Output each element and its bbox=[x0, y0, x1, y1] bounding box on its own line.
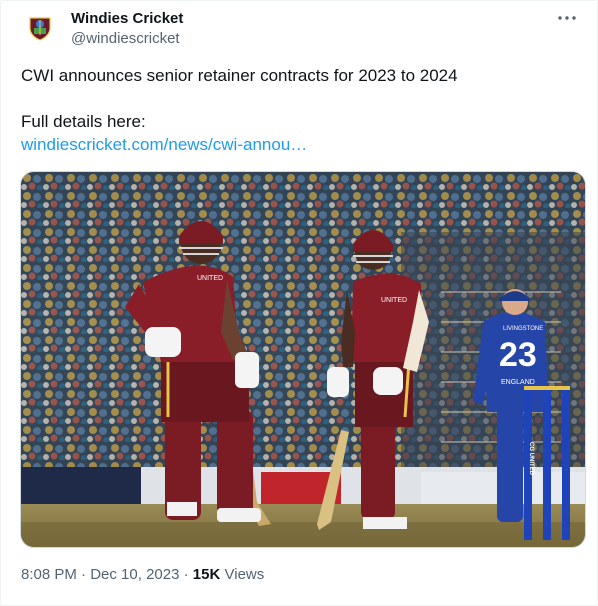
views-count: 15K bbox=[192, 566, 221, 583]
stumps: CG UNITED bbox=[524, 386, 570, 540]
opponent-shirt-text: ENGLAND bbox=[501, 379, 535, 386]
avatar[interactable] bbox=[21, 9, 59, 47]
tweet-line-1: CWI announces senior retainer contracts … bbox=[21, 66, 458, 85]
meta-separator-2: · bbox=[183, 566, 189, 583]
tweet-text: CWI announces senior retainer contracts … bbox=[21, 64, 581, 156]
tweet-meta: 8:08 PM · Dec 10, 2023 · 15K Views bbox=[21, 566, 264, 583]
windies-logo-icon bbox=[29, 17, 51, 41]
right-shirt-text: UNITED bbox=[381, 297, 407, 304]
tweet-link[interactable]: windiescricket.com/news/cwi-annou… bbox=[21, 135, 307, 154]
meta-separator: · bbox=[81, 566, 87, 583]
opponent-number-text: 23 bbox=[499, 336, 537, 374]
tweet-date[interactable]: Dec 10, 2023 bbox=[90, 566, 179, 583]
tweet-time[interactable]: 8:08 PM bbox=[21, 566, 77, 583]
left-shirt-text: UNITED bbox=[197, 275, 223, 282]
opponent-name-text: LIVINGSTONE bbox=[503, 326, 543, 332]
tweet-photo[interactable]: UNITED UNITED LIVINGSTONE 23 ENGLAND CG … bbox=[20, 171, 586, 548]
views-label: Views bbox=[224, 566, 265, 583]
author-name[interactable]: Windies Cricket bbox=[71, 10, 183, 27]
tweet-line-2: Full details here: bbox=[21, 112, 146, 131]
author-handle[interactable]: @windiescricket bbox=[71, 30, 180, 47]
more-options-icon[interactable] bbox=[555, 10, 579, 26]
stumps-text: CG UNITED bbox=[528, 442, 534, 476]
tweet-card: Windies Cricket @windiescricket CWI anno… bbox=[0, 0, 598, 606]
